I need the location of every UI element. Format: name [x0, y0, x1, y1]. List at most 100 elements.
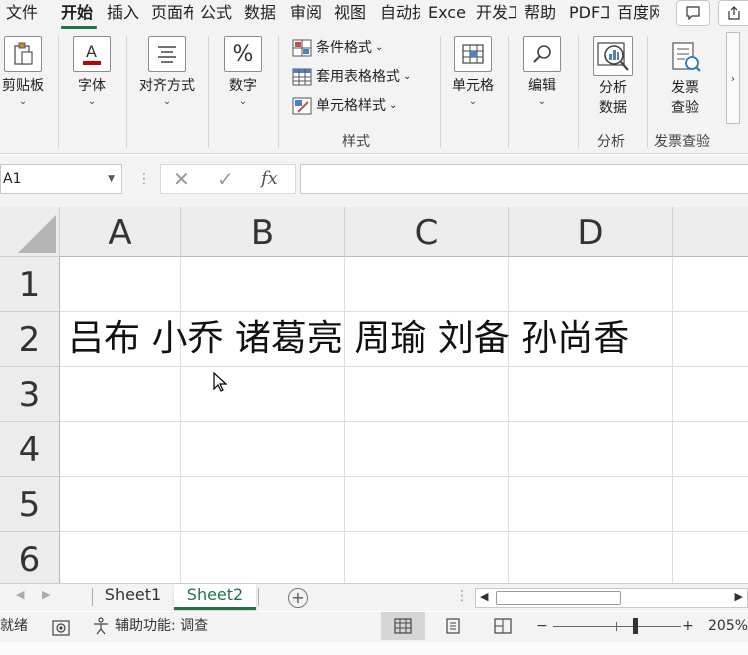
tab-formulas[interactable]: 公式: [200, 2, 236, 26]
font-button[interactable]: A 字体 ⌄: [66, 36, 118, 108]
column-header-b[interactable]: B: [181, 207, 345, 257]
comments-button[interactable]: [676, 0, 710, 26]
group-divider: [278, 36, 279, 148]
sheet-tab-sheet2[interactable]: Sheet2: [174, 584, 256, 610]
prev-sheet-icon[interactable]: ◀: [16, 588, 24, 601]
gridline: [672, 257, 673, 583]
scroll-right-icon[interactable]: ▶: [735, 590, 743, 603]
conditional-format-icon: [292, 39, 312, 57]
alignment-label: 对齐方式: [139, 78, 195, 94]
conditional-format-label: 条件格式: [316, 40, 372, 56]
accessibility-icon[interactable]: [92, 617, 110, 645]
font-color-icon: A: [73, 36, 111, 72]
cell-styles-button[interactable]: 单元格样式 ⌄: [292, 95, 397, 117]
clipboard-icon: [4, 36, 42, 72]
function-icon[interactable]: fx: [261, 167, 278, 191]
column-header-c[interactable]: C: [345, 207, 509, 257]
tab-insert[interactable]: 插入: [107, 2, 143, 26]
column-header-e[interactable]: [673, 207, 748, 257]
select-all-button[interactable]: [0, 207, 60, 257]
ready-status: 就绪: [0, 618, 28, 634]
accessibility-status[interactable]: 辅助功能: 调查: [115, 612, 208, 640]
zoom-level[interactable]: 205%: [708, 612, 748, 640]
analyze-data-label-2: 数据: [599, 100, 627, 116]
formula-bar-grip[interactable]: ⋮: [137, 169, 151, 189]
zoom-out-button[interactable]: −: [536, 612, 548, 640]
zoom-in-button[interactable]: +: [682, 612, 694, 640]
normal-view-button[interactable]: [381, 612, 425, 640]
share-button[interactable]: [718, 0, 748, 26]
page-layout-view-button[interactable]: [431, 612, 475, 640]
cells-button[interactable]: 单元格 ⌄: [447, 36, 499, 108]
scroll-split-grip[interactable]: ⋮: [455, 588, 469, 604]
column-header-d[interactable]: D: [509, 207, 673, 257]
sheet-tab-bar: ◀ ▶ Sheet1 Sheet2 + ⋮ ◀ ▶: [0, 583, 748, 611]
row-header-4[interactable]: 4: [0, 422, 60, 477]
formula-input[interactable]: [300, 164, 748, 194]
row-header-2[interactable]: 2: [0, 312, 60, 367]
mouse-cursor-icon: [213, 371, 228, 396]
analyze-data-label-1: 分析: [599, 80, 627, 96]
row-header-5[interactable]: 5: [0, 477, 60, 532]
check-icon[interactable]: ✓: [217, 167, 234, 191]
row-header-1[interactable]: 1: [0, 257, 60, 312]
ribbon-scroll-right[interactable]: ›: [726, 32, 740, 124]
page-break-view-button[interactable]: [481, 612, 525, 640]
row-header-3[interactable]: 3: [0, 367, 60, 422]
tab-home[interactable]: 开始: [61, 2, 101, 26]
zoom-slider-thumb[interactable]: [633, 618, 638, 634]
gridline: [180, 257, 181, 583]
chevron-down-icon: ⌄: [537, 96, 547, 107]
tab-excel[interactable]: Excel: [428, 2, 466, 26]
analyze-data-button[interactable]: 分析 数据: [588, 36, 638, 118]
tab-automate[interactable]: 自动执: [380, 2, 420, 26]
invoice-check-button[interactable]: 发票 查验: [660, 40, 710, 118]
editing-button[interactable]: 编辑 ⌄: [516, 36, 568, 108]
number-button[interactable]: % 数字 ⌄: [218, 36, 268, 108]
group-divider: [58, 36, 59, 148]
tab-review[interactable]: 审阅: [290, 2, 326, 26]
sheet-tab-sheet1[interactable]: Sheet1: [95, 584, 171, 610]
tab-developer[interactable]: 开发工: [476, 2, 516, 26]
group-divider: [208, 36, 209, 148]
chevron-down-icon: ⌄: [162, 96, 172, 107]
scroll-left-icon[interactable]: ◀: [480, 590, 488, 603]
invoice-icon: [668, 40, 702, 74]
name-box[interactable]: A1 ▼: [0, 164, 122, 194]
conditional-format-button[interactable]: 条件格式 ⌄: [292, 37, 383, 59]
cancel-icon[interactable]: ✕: [173, 167, 190, 191]
chevron-down-icon: ⌄: [389, 100, 398, 111]
tab-help[interactable]: 帮助: [524, 2, 560, 26]
invoice-label-2: 查验: [671, 100, 699, 116]
share-icon: [727, 6, 740, 20]
scrollbar-thumb[interactable]: [496, 591, 621, 605]
zoom-slider-track[interactable]: [553, 626, 681, 627]
row-header-6[interactable]: 6: [0, 532, 60, 583]
tab-file[interactable]: 文件: [6, 2, 46, 26]
tab-pdf-tools[interactable]: PDF工: [569, 2, 609, 26]
cell-a2[interactable]: 吕布 小乔 诸葛亮 周瑜 刘备 孙尚香: [68, 314, 629, 364]
format-as-table-label: 套用表格格式: [316, 69, 400, 85]
group-divider: [578, 36, 579, 148]
clipboard-button[interactable]: 剪贴板 ⌄: [0, 36, 48, 108]
active-tab-indicator: [61, 26, 97, 29]
percent-icon: %: [224, 36, 262, 72]
add-sheet-button[interactable]: +: [288, 588, 308, 608]
gridline: [60, 531, 748, 532]
alignment-button[interactable]: 对齐方式 ⌄: [132, 36, 202, 108]
tab-baidu[interactable]: 百度网: [617, 2, 659, 26]
tab-data[interactable]: 数据: [244, 2, 280, 26]
tab-page-layout[interactable]: 页面布: [151, 2, 193, 26]
table-format-icon: [292, 68, 312, 86]
chevron-down-icon: ⌄: [238, 96, 248, 107]
chevron-down-icon[interactable]: ▼: [108, 165, 115, 193]
tab-view[interactable]: 视图: [334, 2, 370, 26]
next-sheet-icon[interactable]: ▶: [42, 588, 50, 601]
horizontal-scrollbar[interactable]: ◀ ▶: [475, 588, 748, 608]
cells-icon: [454, 36, 492, 72]
format-as-table-button[interactable]: 套用表格格式 ⌄: [292, 66, 411, 88]
column-header-a[interactable]: A: [60, 207, 181, 257]
tab-divider: [92, 588, 93, 606]
invoice-group-label: 发票查验: [654, 134, 710, 150]
gridline: [60, 421, 748, 422]
